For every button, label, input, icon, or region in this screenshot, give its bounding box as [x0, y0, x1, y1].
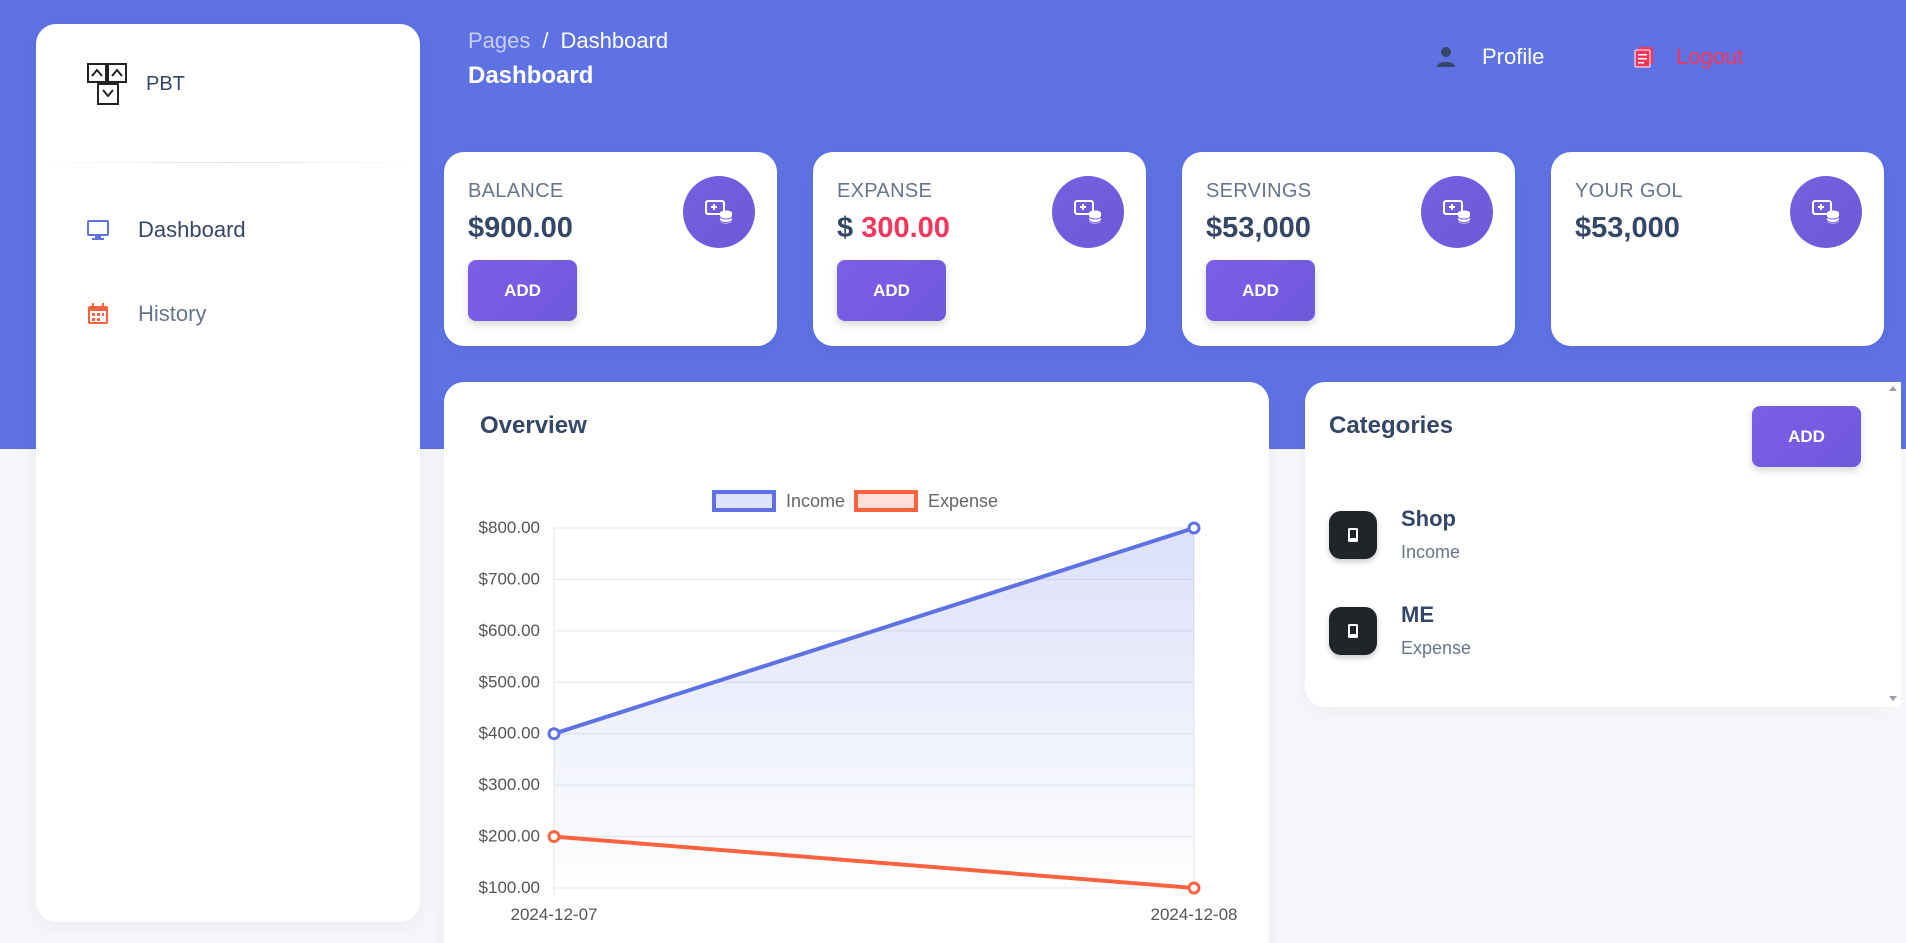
legend-swatch-income: [712, 490, 776, 512]
user-icon: [1437, 47, 1455, 67]
y-tick-label: $700.00: [479, 569, 540, 588]
money-icon: [1052, 176, 1124, 248]
legend-label: Expense: [928, 491, 998, 511]
data-point-expense: [1187, 881, 1201, 895]
data-point-income: [1187, 521, 1201, 535]
money-icon: [683, 176, 755, 248]
sidebar-item-history[interactable]: History: [84, 300, 206, 328]
stat-title: BALANCE: [468, 180, 564, 202]
scroll-down-icon[interactable]: [1889, 696, 1897, 701]
stat-title: YOUR GOL: [1575, 180, 1683, 202]
stat-card-expanse: EXPANSE $ 300.00 ADD: [813, 152, 1146, 346]
categories-title: Categories: [1329, 412, 1454, 439]
stat-value-prefix: $: [837, 212, 862, 244]
x-tick-label: 2024-12-08: [1151, 905, 1238, 924]
sidebar-divider: [36, 162, 420, 163]
scroll-up-icon[interactable]: [1889, 386, 1897, 391]
overview-card: Overview $100.00 $200.00 $300.00 $400.00 $50…: [444, 382, 1269, 943]
breadcrumb-separator: /: [542, 28, 549, 53]
logout-link[interactable]: Logout: [1634, 44, 1743, 70]
category-name: Shop: [1401, 506, 1456, 531]
profile-link[interactable]: Profile: [1436, 44, 1544, 70]
breadcrumb-parent[interactable]: Pages: [468, 28, 530, 54]
page-title: Dashboard: [468, 62, 594, 89]
document-icon: [1634, 47, 1653, 68]
y-tick-label: $300.00: [479, 775, 540, 794]
brand-name: PBT: [146, 72, 185, 95]
mobile-icon: [1329, 606, 1377, 655]
category-name: ME: [1401, 602, 1434, 627]
money-icon: [1790, 176, 1862, 248]
stat-title: EXPANSE: [837, 180, 933, 202]
stat-value: $900.00: [468, 212, 573, 244]
add-balance-button[interactable]: ADD: [468, 260, 577, 321]
sidebar-item-dashboard[interactable]: Dashboard: [84, 216, 246, 244]
logout-label: Logout: [1676, 44, 1744, 69]
add-servings-button[interactable]: ADD: [1206, 260, 1315, 321]
profile-label: Profile: [1482, 44, 1545, 69]
stat-value: $53,000: [1575, 212, 1680, 244]
y-tick-label: $800.00: [479, 518, 540, 537]
legend-label: Income: [786, 491, 845, 511]
money-icon: [1421, 176, 1493, 248]
x-tick-label: 2024-12-07: [511, 905, 598, 924]
y-tick-label: $500.00: [479, 672, 540, 691]
brand[interactable]: PBT: [86, 62, 185, 106]
add-category-button[interactable]: ADD: [1752, 406, 1861, 467]
y-tick-label: $100.00: [479, 878, 540, 897]
sidebar: PBT Dashboard History: [36, 24, 420, 922]
sidebar-item-label: History: [138, 301, 207, 326]
monitor-icon: [84, 216, 112, 244]
stat-value: $53,000: [1206, 212, 1311, 244]
calendar-icon: [84, 300, 112, 328]
stat-value: $ 300.00: [837, 212, 950, 245]
y-tick-label: $200.00: [479, 827, 540, 846]
category-type: Income: [1401, 542, 1461, 562]
category-type: Expense: [1401, 638, 1472, 658]
data-point-expense: [547, 830, 561, 844]
category-item-me[interactable]: ME Expense: [1329, 602, 1471, 659]
stat-card-balance: BALANCE $900.00 ADD: [444, 152, 777, 346]
legend-swatch-expense: [854, 490, 918, 512]
series-area-income: [554, 528, 1194, 888]
stat-card-goal: YOUR GOL $53,000: [1551, 152, 1884, 346]
sidebar-item-label: Dashboard: [138, 217, 246, 242]
breadcrumb-current: Dashboard: [560, 28, 669, 53]
breadcrumb: Pages / Dashboard: [468, 28, 668, 54]
stat-title: SERVINGS: [1206, 180, 1312, 202]
data-point-income: [547, 727, 561, 741]
categories-card: Categories ADD Shop Income ME Expense: [1305, 382, 1901, 707]
stat-value-amount: 300.00: [861, 212, 950, 244]
stat-card-servings: SERVINGS $53,000 ADD: [1182, 152, 1515, 346]
categories-scrollbar[interactable]: [1885, 382, 1901, 707]
category-item-shop[interactable]: Shop Income: [1329, 506, 1460, 563]
add-expanse-button[interactable]: ADD: [837, 260, 946, 321]
y-tick-label: $400.00: [479, 724, 540, 743]
logo-icon: [87, 63, 127, 105]
y-tick-label: $600.00: [479, 621, 540, 640]
mobile-icon: [1329, 510, 1377, 559]
overview-chart: $100.00 $200.00 $300.00 $400.00 $500.00 $600.…: [479, 490, 1238, 924]
